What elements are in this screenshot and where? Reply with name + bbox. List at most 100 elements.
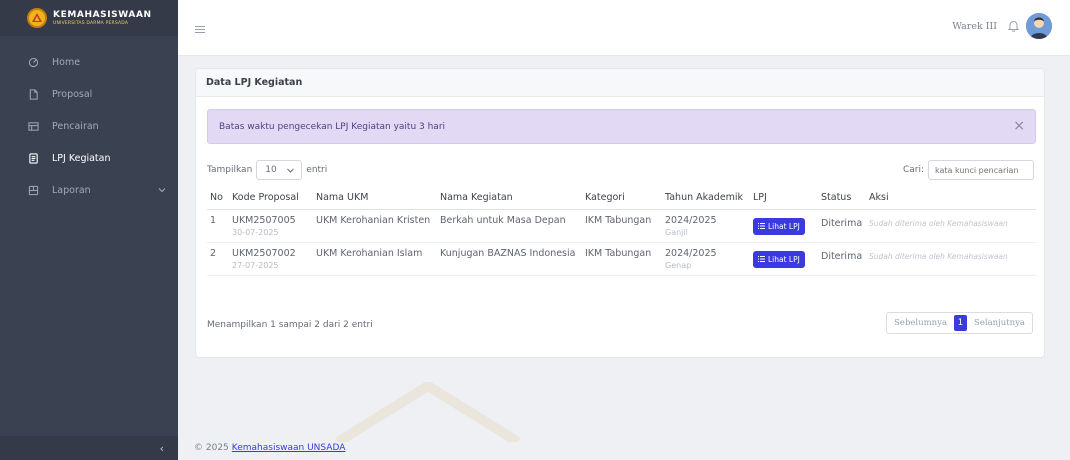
cell-ukm: UKM Kerohanian Kristen: [313, 209, 437, 243]
pagination: Sebelumnya 1 Selanjutnya: [886, 312, 1033, 334]
sidebar-item-lpj-kegiatan[interactable]: LPJ Kegiatan: [0, 142, 178, 174]
aksi-text: Sudah diterima oleh Kemahasiswaan: [869, 251, 1008, 261]
sidebar-item-label: LPJ Kegiatan: [52, 152, 111, 164]
home-icon: [26, 55, 40, 69]
page-footer: © 2025 Kemahasiswaan UNSADA: [178, 436, 1070, 460]
deadline-alert: Batas waktu pengecekan LPJ Kegiatan yait…: [207, 109, 1036, 144]
aksi-text: Sudah diterima oleh Kemahasiswaan: [869, 218, 1008, 228]
avatar[interactable]: [1026, 13, 1052, 39]
column-header[interactable]: Kode Proposal: [229, 187, 313, 210]
sidebar-item-label: Pencairan: [52, 120, 99, 132]
clipboard-icon: [26, 151, 40, 165]
show-entries: Tampilkan 10 entri: [207, 160, 327, 180]
cell-lpj: Lihat LPJ: [750, 242, 818, 276]
column-header[interactable]: Kategori: [582, 187, 662, 210]
alert-text: Batas waktu pengecekan LPJ Kegiatan yait…: [219, 121, 446, 132]
cell-kegiatan: Berkah untuk Masa Depan: [437, 209, 582, 243]
column-header[interactable]: Status: [818, 187, 866, 210]
cell-kegiatan: Kunjugan BAZNAS Indonesia: [437, 242, 582, 276]
next-page-button[interactable]: Selanjutnya: [967, 313, 1032, 333]
cell-kode: UKM2507005 30-07-2025: [229, 209, 313, 243]
report-icon: [26, 183, 40, 197]
cell-tahun: 2024/2025 Genap: [662, 242, 750, 276]
bell-icon[interactable]: [1007, 20, 1020, 35]
brand[interactable]: KEMAHASISWAAN UNIVERSITAS DARMA PERSADA: [0, 0, 178, 36]
table-header-row: No Kode Proposal Nama UKM Nama Kegiatan …: [207, 187, 1036, 210]
view-lpj-label: Lihat LPJ: [768, 221, 800, 231]
chevron-left-icon: ‹: [159, 441, 164, 455]
search-label: Cari:: [902, 165, 924, 175]
brand-subtitle: UNIVERSITAS DARMA PERSADA: [53, 21, 129, 26]
semester: Genap: [665, 260, 692, 270]
sidebar-item-label: Laporan: [52, 184, 91, 196]
topbar: Warek III: [178, 0, 1070, 56]
proposal-date: 30-07-2025: [232, 227, 279, 237]
cell-tahun: 2024/2025 Ganjil: [662, 209, 750, 243]
table-info: Menampilkan 1 sampai 2 dari 2 entri: [207, 320, 373, 330]
cell-status: Diterima: [818, 242, 866, 276]
proposal-date: 27-07-2025: [232, 260, 279, 270]
tahun-akademik: 2024/2025: [665, 247, 717, 259]
search-input[interactable]: [928, 160, 1034, 180]
cell-no: 1: [207, 209, 229, 243]
semester: Ganjil: [665, 227, 688, 237]
column-header[interactable]: Nama UKM: [313, 187, 437, 210]
card-title: Data LPJ Kegiatan: [196, 69, 1044, 97]
column-header[interactable]: Nama Kegiatan: [437, 187, 582, 210]
page-1-button[interactable]: 1: [954, 315, 968, 331]
cell-kategori: IKM Tabungan: [582, 242, 662, 276]
file-icon: [26, 87, 40, 101]
entries-select-value: 10: [265, 165, 277, 175]
cell-no: 2: [207, 242, 229, 276]
sidebar-item-laporan[interactable]: Laporan: [0, 174, 178, 206]
lpj-card: Data LPJ Kegiatan Batas waktu pengecekan…: [195, 68, 1045, 358]
status-text: Diterima: [821, 250, 863, 262]
status-text: Diterima: [821, 217, 863, 229]
column-header[interactable]: Aksi: [866, 187, 1036, 210]
cell-status: Diterima: [818, 209, 866, 243]
sidebar-item-label: Proposal: [52, 88, 93, 100]
cell-kategori: IKM Tabungan: [582, 209, 662, 243]
column-header[interactable]: LPJ: [750, 187, 818, 210]
logo-icon: [27, 8, 47, 28]
kode-proposal: UKM2507005: [232, 214, 296, 226]
view-lpj-button[interactable]: Lihat LPJ: [753, 217, 805, 235]
sidebar-collapse-button[interactable]: ‹: [0, 436, 178, 460]
tahun-akademik: 2024/2025: [665, 214, 717, 226]
chevron-down-icon: [287, 168, 295, 173]
column-header[interactable]: No: [207, 187, 229, 210]
show-suffix-label: entri: [306, 165, 328, 175]
search: Cari:: [903, 160, 1034, 180]
show-prefix-label: Tampilkan: [207, 165, 253, 175]
money-icon: [26, 119, 40, 133]
sidebar: KEMAHASISWAAN UNIVERSITAS DARMA PERSADA …: [0, 0, 178, 460]
entries-select[interactable]: 10: [256, 160, 303, 180]
lpj-table: No Kode Proposal Nama UKM Nama Kegiatan …: [207, 187, 1036, 276]
cell-lpj: Lihat LPJ: [750, 209, 818, 243]
list-icon: [758, 223, 765, 229]
previous-page-button[interactable]: Sebelumnya: [887, 313, 954, 333]
close-icon[interactable]: ×: [1013, 119, 1025, 133]
view-lpj-button[interactable]: Lihat LPJ: [753, 250, 805, 268]
chevron-down-icon: [158, 186, 166, 197]
menu-toggle-icon[interactable]: [195, 26, 205, 35]
cell-kode: UKM2507002 27-07-2025: [229, 242, 313, 276]
column-header[interactable]: Tahun Akademik: [662, 187, 750, 210]
brand-title: KEMAHASISWAAN: [53, 10, 152, 20]
table-row: 1 UKM2507005 30-07-2025 UKM Kerohanian K…: [207, 209, 1036, 243]
kode-proposal: UKM2507002: [232, 247, 296, 259]
cell-ukm: UKM Kerohanian Islam: [313, 242, 437, 276]
footer-link[interactable]: Kemahasiswaan UNSADA: [232, 443, 346, 453]
watermark-logo-icon: [335, 382, 521, 442]
sidebar-item-pencairan[interactable]: Pencairan: [0, 110, 178, 142]
view-lpj-label: Lihat LPJ: [768, 254, 800, 264]
sidebar-item-label: Home: [52, 56, 81, 68]
table-controls: Tampilkan 10 entri Cari:: [207, 157, 1036, 180]
list-icon: [758, 256, 765, 262]
sidebar-item-home[interactable]: Home: [0, 46, 178, 78]
user-name[interactable]: Warek III: [952, 21, 997, 32]
table-row: 2 UKM2507002 27-07-2025 UKM Kerohanian I…: [207, 242, 1036, 276]
cell-aksi: Sudah diterima oleh Kemahasiswaan: [866, 209, 1036, 243]
copyright-text: © 2025: [194, 443, 229, 453]
sidebar-item-proposal[interactable]: Proposal: [0, 78, 178, 110]
